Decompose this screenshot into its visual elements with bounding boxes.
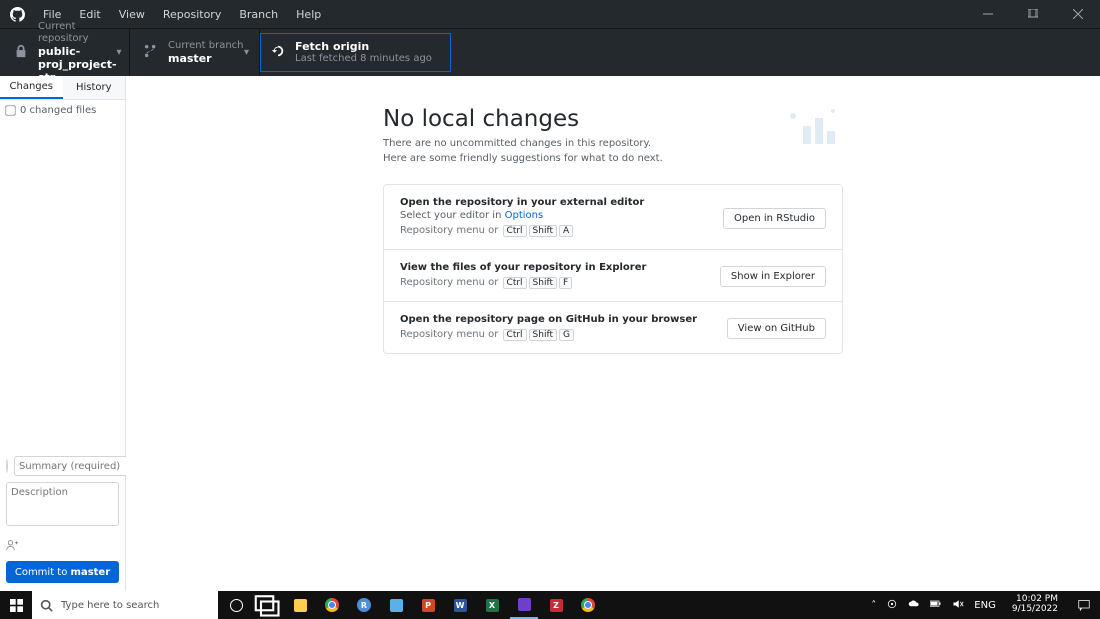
card-title: Open the repository page on GitHub in yo… (400, 314, 727, 325)
card-view-github: Open the repository page on GitHub in yo… (384, 302, 842, 353)
repo-label: Current repository (38, 21, 117, 45)
fetch-title: Fetch origin (295, 40, 432, 53)
powerpoint-icon[interactable]: P (414, 591, 442, 619)
menu-view[interactable]: View (111, 4, 153, 25)
location-icon[interactable] (886, 598, 898, 613)
current-branch-selector[interactable]: Current branch master ▾ (130, 29, 260, 76)
taskbar-search[interactable]: Type here to search (32, 591, 218, 619)
tray-overflow-icon[interactable]: ˄ (871, 600, 876, 611)
github-desktop-icon[interactable] (510, 591, 538, 619)
repo-name: public-proj_project-str (38, 45, 117, 85)
file-explorer-icon[interactable] (286, 591, 314, 619)
chevron-down-icon: ▾ (117, 47, 122, 58)
git-branch-icon (144, 43, 158, 62)
chrome-icon-2[interactable] (574, 591, 602, 619)
show-in-explorer-button[interactable]: Show in Explorer (720, 266, 826, 287)
changed-files-count: 0 changed files (20, 105, 96, 116)
maximize-button[interactable] (1010, 0, 1055, 28)
close-button[interactable] (1055, 0, 1100, 28)
fetch-origin-button[interactable]: Fetch origin Last fetched 8 minutes ago (260, 33, 451, 72)
search-placeholder: Type here to search (61, 600, 159, 611)
menu-branch[interactable]: Branch (231, 4, 286, 25)
view-on-github-button[interactable]: View on GitHub (727, 318, 826, 339)
menu-repository[interactable]: Repository (155, 4, 230, 25)
language-indicator[interactable]: ENG (974, 600, 996, 611)
system-tray: ˄ ENG 10:02 PM 9/15/2022 (871, 591, 1100, 619)
commit-button[interactable]: Commit to master (6, 561, 119, 583)
card-show-explorer: View the files of your repository in Exp… (384, 250, 842, 302)
branch-label: Current branch (168, 40, 244, 52)
github-logo (0, 7, 35, 22)
card-description: Select your editor in Options (400, 210, 723, 221)
sidebar: Changes History 0 changed files Commit t… (0, 76, 126, 591)
excel-icon[interactable]: X (478, 591, 506, 619)
chrome-icon[interactable] (318, 591, 346, 619)
suggestion-cards: Open the repository in your external edi… (383, 184, 843, 354)
action-center-icon[interactable] (1074, 599, 1094, 611)
battery-icon[interactable] (930, 598, 942, 613)
volume-icon[interactable] (952, 598, 964, 613)
card-shortcut: Repository menu or CtrlShiftG (400, 329, 727, 341)
main-content: No local changes There are no uncommitte… (126, 76, 1100, 591)
select-all-checkbox[interactable] (5, 105, 15, 115)
page-title: No local changes (383, 106, 663, 132)
card-title: View the files of your repository in Exp… (400, 262, 720, 273)
notepad-icon[interactable] (382, 591, 410, 619)
card-shortcut: Repository menu or CtrlShiftA (400, 225, 723, 237)
minimize-button[interactable] (965, 0, 1010, 28)
card-open-editor: Open the repository in your external edi… (384, 185, 842, 250)
titlebar: File Edit View Repository Branch Help (0, 0, 1100, 28)
add-coauthor-button[interactable] (6, 536, 119, 555)
clock[interactable]: 10:02 PM 9/15/2022 (1006, 595, 1064, 615)
description-input[interactable] (6, 482, 119, 526)
onedrive-icon[interactable] (908, 598, 920, 613)
commit-form: Commit to master (0, 450, 125, 591)
avatar (6, 459, 8, 473)
open-in-rstudio-button[interactable]: Open in RStudio (723, 208, 826, 229)
zotero-icon[interactable]: Z (542, 591, 570, 619)
start-button[interactable] (0, 591, 32, 619)
card-title: Open the repository in your external edi… (400, 197, 723, 208)
branch-name: master (168, 52, 244, 65)
window-controls (965, 0, 1100, 28)
task-view-icon[interactable] (254, 591, 282, 619)
current-repository-selector[interactable]: Current repository public-proj_project-s… (0, 29, 130, 76)
options-link[interactable]: Options (505, 210, 544, 221)
card-shortcut: Repository menu or CtrlShiftF (400, 277, 720, 289)
chevron-down-icon: ▾ (244, 47, 249, 58)
windows-taskbar: Type here to search R P W X Z ˄ ENG 10:0… (0, 591, 1100, 619)
lock-icon (14, 43, 28, 62)
fetch-subtitle: Last fetched 8 minutes ago (295, 53, 432, 65)
cortana-icon[interactable] (222, 591, 250, 619)
sync-icon (271, 43, 285, 62)
toolbar: Current repository public-proj_project-s… (0, 28, 1100, 76)
word-icon[interactable]: W (446, 591, 474, 619)
changed-files-header: 0 changed files (0, 100, 125, 120)
taskbar-apps: R P W X Z (222, 591, 602, 619)
r-icon[interactable]: R (350, 591, 378, 619)
page-subtitle: There are no uncommitted changes in this… (383, 136, 663, 166)
search-icon (40, 599, 53, 612)
menu-help[interactable]: Help (288, 4, 329, 25)
empty-state-illustration (783, 106, 843, 146)
